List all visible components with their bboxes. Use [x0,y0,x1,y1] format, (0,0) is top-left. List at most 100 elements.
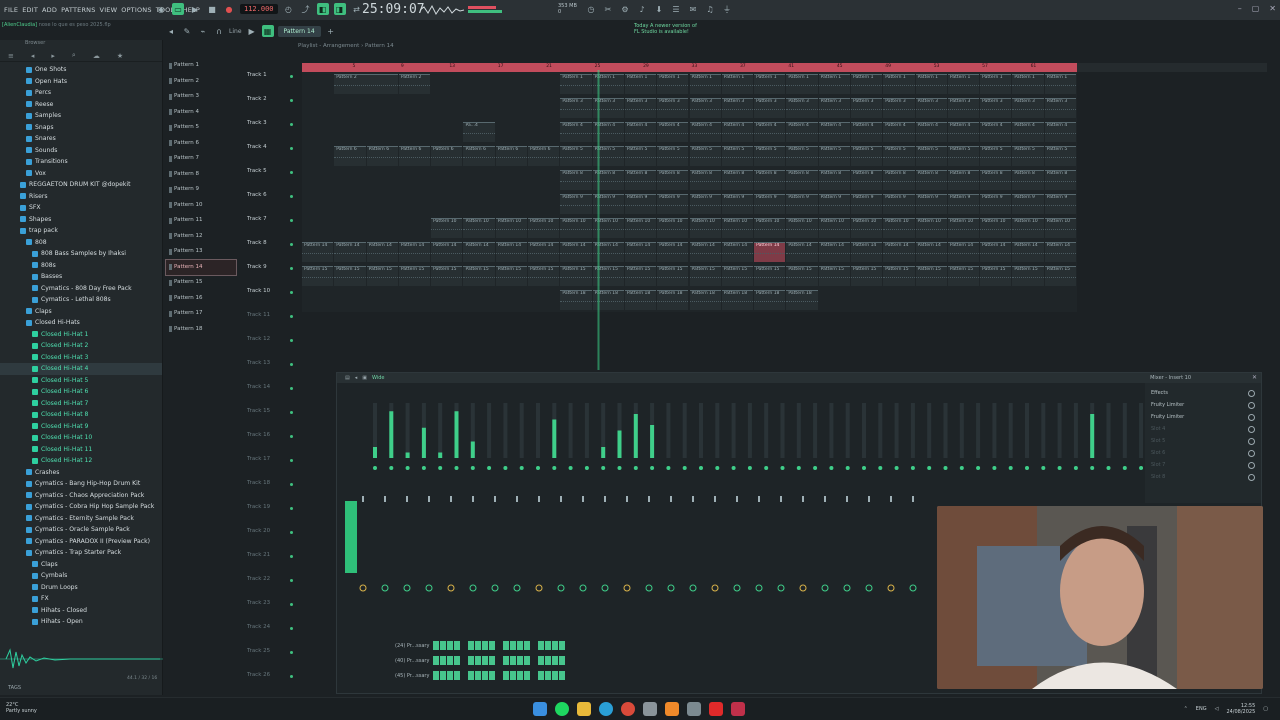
playlist-clip[interactable]: Pattern 5 [850,146,883,166]
pattern-list-item[interactable]: Pattern 15 [166,275,236,291]
channel-led[interactable] [764,466,769,470]
browser-folder-item[interactable]: Open Hats [0,76,162,88]
playlist-clip[interactable]: Pattern 9 [818,194,850,214]
playlist-clip[interactable]: Pattern 8 [883,170,915,190]
track-header[interactable]: Track 20 [238,518,298,542]
channel-led[interactable] [536,466,540,470]
pan-knob[interactable] [887,584,895,592]
playlist-clip[interactable]: Pattern 3 [947,98,980,118]
playlist-clip[interactable]: Pattern 5 [818,146,850,166]
step-button[interactable] [503,671,509,680]
track-header[interactable]: Track 14 [238,374,298,398]
browser-folder-item[interactable]: Claps [0,559,162,571]
step-edit-icon[interactable]: ◨ [333,3,346,15]
playlist-grid[interactable]: Pattern 2 Pattern 2 Pattern 1 Pattern 1 Patt… [302,72,1077,312]
playlist-clip[interactable]: Pattern 14 [915,242,947,262]
play-button[interactable]: ▶ [189,3,201,15]
channel-led[interactable] [568,466,573,470]
step-button[interactable] [447,641,453,650]
step-button[interactable] [489,671,495,680]
camera-icon[interactable] [687,702,701,716]
playlist-clip[interactable]: Pattern 14 [431,242,463,262]
playlist-clip[interactable]: Pattern 8 [786,170,818,190]
channel-led[interactable] [666,466,671,470]
playlist-clip[interactable]: Pattern 15 [528,266,560,286]
track-header[interactable]: Track 8 [238,230,298,254]
slot-mix-knob[interactable] [1248,473,1255,481]
metronome-icon[interactable]: ◴ [283,3,295,15]
step-button[interactable] [545,641,551,650]
browser-folder-item[interactable]: REGGAETON DRUM KIT @dopekit [0,179,162,191]
pan-knob[interactable] [447,584,455,592]
playlist-clip[interactable]: Pattern 10 [528,218,560,238]
maximize-icon[interactable]: ▢ [1252,4,1260,13]
playlist-clip[interactable]: Pattern 10 [721,218,754,238]
pan-knob[interactable] [491,584,499,592]
channel-led[interactable] [487,466,492,470]
menu-patterns[interactable]: PATTERNS [61,6,95,14]
playlist-clip[interactable]: Pattern 10 [463,218,495,238]
playlist-clip[interactable]: Pattern 5 [786,146,818,166]
pan-knob[interactable] [623,584,631,592]
playlist-clip[interactable]: Pattern 15 [495,266,528,286]
step-button[interactable] [454,671,460,680]
track-header[interactable]: Track 19 [238,494,298,518]
step-button[interactable] [517,656,523,665]
pan-knob[interactable] [777,584,785,592]
playlist-clip[interactable]: Pattern 10 [850,218,883,238]
capture-icon[interactable] [731,702,745,716]
pattern-list-item[interactable]: Pattern 5 [166,120,236,136]
playlist-clip[interactable]: Pattern 8 [980,170,1012,190]
browser-folder-item[interactable]: Snares [0,133,162,145]
insert-slot[interactable]: Slot 5 [1151,435,1255,447]
channel-led[interactable] [617,466,622,470]
step-button[interactable] [538,656,544,665]
playlist-clip[interactable]: Pattern 5 [1012,146,1044,166]
stop-button[interactable]: ■ [206,3,218,15]
browser-sample-item[interactable]: Closed Hi-Hat 6 [0,386,162,398]
browser-folder-item[interactable]: SFX [0,202,162,214]
step-button[interactable] [440,656,446,665]
step-button[interactable] [496,671,502,680]
track-header[interactable]: Track 3 [238,110,298,134]
channel-led[interactable] [878,466,883,470]
browser-sample-item[interactable]: Closed Hi-Hat 8 [0,409,162,421]
browser-folder-item[interactable]: Cymatics - Bang Hip-Hop Drum Kit [0,478,162,490]
news-panel[interactable]: Today A newer version of FL Studio is av… [634,23,697,35]
playlist-clip[interactable]: Pattern 14 [1044,242,1076,262]
browser-folder-item[interactable]: Cymbals [0,570,162,582]
pan-knob[interactable] [645,584,653,592]
search-icon[interactable]: ⌕ [72,51,76,60]
fader-handle[interactable] [472,496,474,502]
playlist-clip[interactable]: Pattern 15 [431,266,463,286]
insert-slot[interactable]: Fruity Limiter [1151,399,1255,411]
playlist-clip[interactable]: Pattern 9 [754,194,786,214]
track-header[interactable]: Track 10 [238,278,298,302]
forward-arrow-icon[interactable]: ▸ [51,52,55,60]
back-arrow-icon[interactable]: ◂ [31,52,35,60]
channel-led[interactable] [584,466,589,470]
browser-folder-item[interactable]: Cymatics - PARADOX II (Preview Pack) [0,536,162,548]
playlist-clip[interactable]: Pattern 1 [818,74,850,94]
channel-led[interactable] [601,466,606,470]
playlist-clip[interactable]: Pa...4 [463,122,495,142]
pattern-list-item[interactable]: Pattern 16 [166,291,236,307]
playlist-clip[interactable]: Pattern 3 [850,98,883,118]
playlist-clip[interactable]: Pattern 4 [560,122,592,142]
pattern-list-item[interactable]: Pattern 18 [166,322,236,338]
fader-handle[interactable] [538,496,540,502]
track-header[interactable]: Track 9 [238,254,298,278]
track-header[interactable]: Track 18 [238,470,298,494]
mixer-menu-icon[interactable]: ▤ [345,375,350,381]
step-button[interactable] [454,656,460,665]
playlist-clip[interactable]: Pattern 10 [915,218,947,238]
channel-led[interactable] [552,466,557,470]
channel-led[interactable] [633,466,638,470]
pattern-list-item[interactable]: Pattern 4 [166,105,236,121]
pan-knob[interactable] [579,584,587,592]
fader-handle[interactable] [758,496,760,502]
track-header[interactable]: Track 15 [238,398,298,422]
track-header[interactable]: Track 2 [238,86,298,110]
browser-folder-item[interactable]: 808 [0,237,162,249]
menu-add[interactable]: ADD [42,6,57,14]
